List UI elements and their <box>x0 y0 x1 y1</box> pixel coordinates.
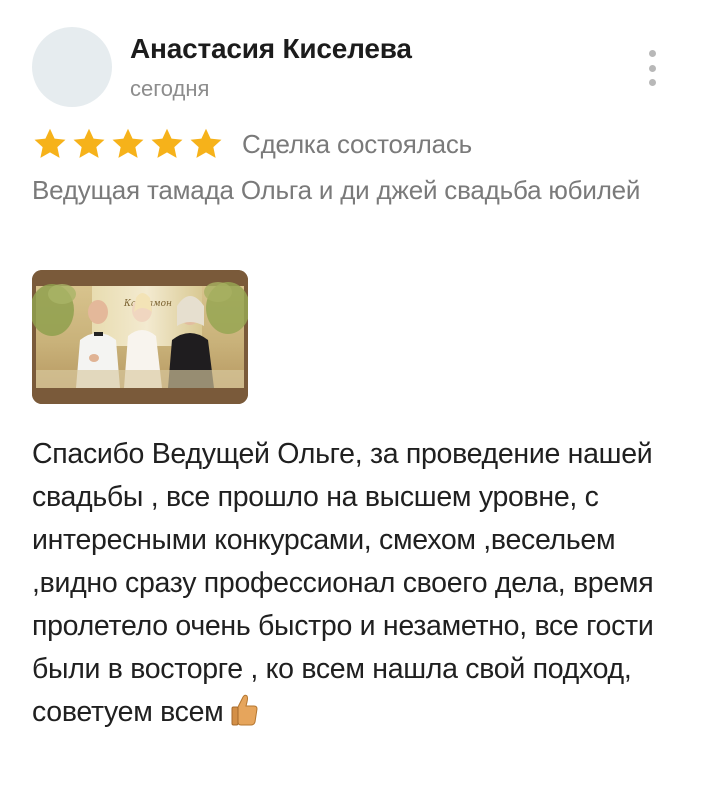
deal-status: Сделка состоялась <box>242 128 473 159</box>
review-date: сегодня <box>130 76 210 101</box>
star-icon <box>151 128 183 158</box>
star-icon <box>190 128 222 158</box>
review-text: Спасибо Ведущей Ольге, за проведение наш… <box>32 433 692 734</box>
service-title[interactable]: Ведущая тамада Ольга и ди джей свадьба ю… <box>32 170 672 210</box>
thumbs-up-icon <box>231 694 258 726</box>
more-vertical-icon[interactable] <box>638 50 666 86</box>
review-photo-thumbnail[interactable]: Кардамон <box>32 270 248 404</box>
review-card: Анастасия Киселева сегодня Сделка состоя… <box>0 0 720 806</box>
star-icon <box>34 128 66 158</box>
star-rating <box>32 126 224 162</box>
photo-image: Кардамон <box>32 270 248 404</box>
review-text-body: Спасибо Ведущей Ольге, за проведение наш… <box>32 438 654 728</box>
rating-row: Сделка состоялась <box>32 124 472 164</box>
menu-dot <box>648 64 656 72</box>
avatar[interactable] <box>32 27 112 107</box>
star-icon <box>73 128 105 158</box>
menu-dot <box>648 79 656 86</box>
menu-dot <box>648 50 656 57</box>
author-name[interactable]: Анастасия Киселева <box>130 33 412 65</box>
star-icon <box>112 128 144 158</box>
